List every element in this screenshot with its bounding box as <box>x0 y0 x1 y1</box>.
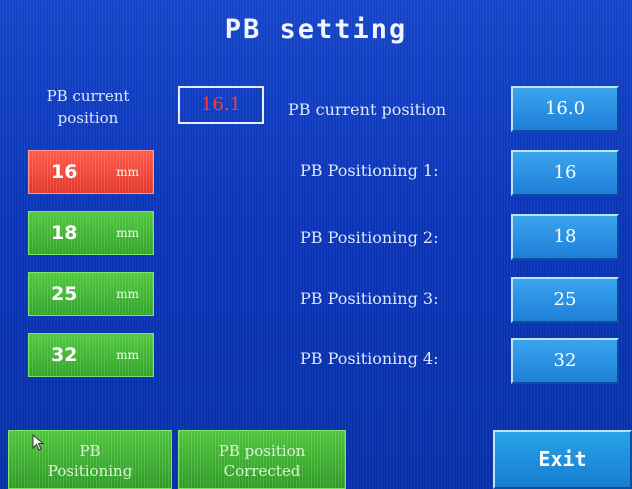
current-position-value-field[interactable]: 16.0 <box>511 86 619 132</box>
exit-button[interactable]: Exit <box>493 430 632 489</box>
positioning-4-label: PB Positioning 4: <box>300 349 439 368</box>
position-2-button[interactable]: 18 mm <box>28 211 154 255</box>
page-title: PB setting <box>224 14 408 45</box>
pb-positioning-button-line2: Positioning <box>47 462 133 480</box>
positioning-1-label: PB Positioning 1: <box>300 161 439 180</box>
position-2-button-unit: mm <box>116 226 139 240</box>
pb-position-corrected-button-line2: Corrected <box>223 462 301 480</box>
pb-setting-screen: PB setting PB current position 16.1 PB c… <box>0 0 632 489</box>
positioning-2-value-field[interactable]: 18 <box>511 214 619 260</box>
position-3-button-unit: mm <box>116 287 139 301</box>
positioning-3-label: PB Positioning 3: <box>300 289 439 308</box>
current-position-row-label: PB current position <box>288 100 447 119</box>
positioning-1-value-field[interactable]: 16 <box>511 150 619 196</box>
position-4-button[interactable]: 32 mm <box>28 333 154 377</box>
position-2-button-value: 18 <box>51 222 78 244</box>
positioning-3-value-field[interactable]: 25 <box>511 277 619 323</box>
position-3-button[interactable]: 25 mm <box>28 272 154 316</box>
position-1-button-unit: mm <box>116 165 139 179</box>
position-3-button-value: 25 <box>51 283 78 305</box>
position-1-button[interactable]: 16 mm <box>28 150 154 194</box>
position-4-button-unit: mm <box>116 348 139 362</box>
current-position-label-line1: PB current <box>46 87 130 105</box>
pb-position-corrected-button[interactable]: PB position Corrected <box>178 430 346 489</box>
current-position-label-line2: position <box>57 109 119 127</box>
positioning-2-label: PB Positioning 2: <box>300 228 439 247</box>
position-1-button-value: 16 <box>51 161 78 183</box>
pb-position-corrected-button-line1: PB position <box>218 442 306 460</box>
mouse-pointer-icon <box>32 434 45 451</box>
position-4-button-value: 32 <box>51 344 78 366</box>
current-position-readout: 16.1 <box>178 86 264 124</box>
current-position-label: PB current position <box>24 85 152 129</box>
positioning-4-value-field[interactable]: 32 <box>511 338 619 384</box>
